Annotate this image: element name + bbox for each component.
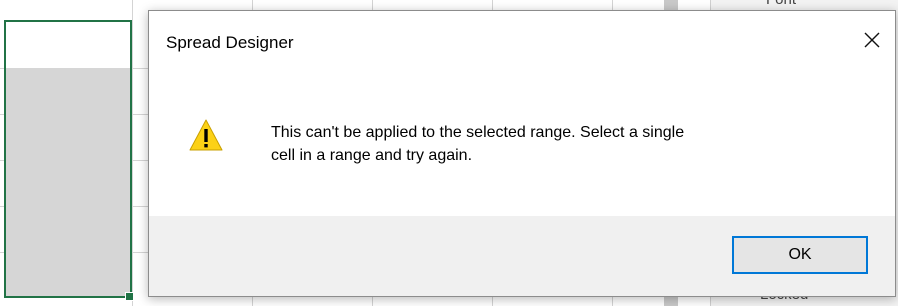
dialog-message: This can't be applied to the selected ra… — [271, 121, 831, 167]
warning-icon — [189, 119, 223, 151]
message-line: This can't be applied to the selected ra… — [271, 124, 685, 141]
dialog-footer: OK — [149, 216, 895, 296]
screen: Font Locked Spread Designer This can't b… — [0, 0, 898, 306]
message-line: cell in a range and try again. — [271, 147, 473, 164]
close-icon — [864, 32, 880, 48]
dialog-title: Spread Designer — [166, 33, 294, 52]
column-divider — [132, 0, 133, 306]
panel-font-label: Font — [766, 0, 796, 8]
selected-range[interactable] — [4, 20, 132, 298]
fill-handle[interactable] — [125, 292, 134, 301]
ok-button[interactable]: OK — [732, 236, 868, 274]
close-button[interactable] — [855, 25, 889, 55]
message-dialog: Spread Designer This can't be applied to… — [148, 10, 896, 297]
